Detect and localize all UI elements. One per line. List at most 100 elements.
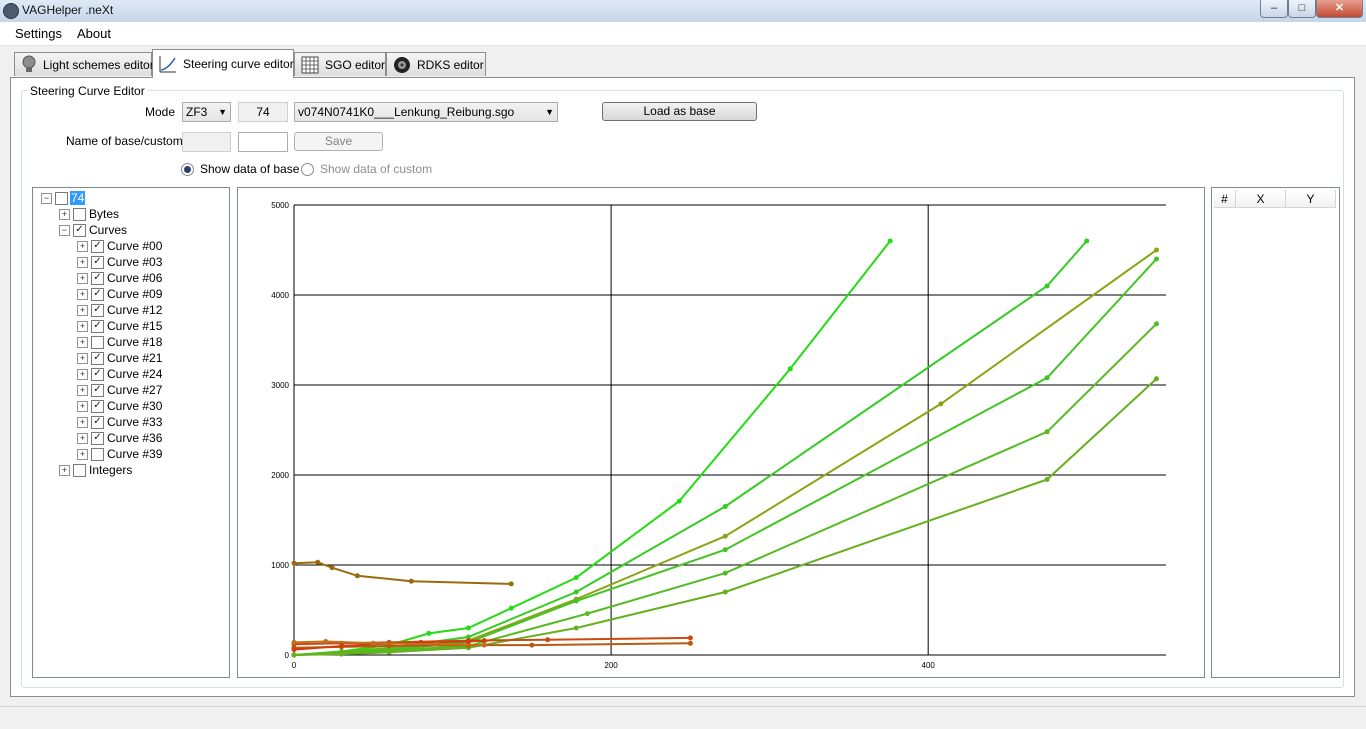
point-table[interactable]: # X Y — [1211, 187, 1340, 678]
tree-node-curve[interactable]: + ✓ Curve #36 — [77, 430, 163, 446]
checkbox[interactable]: ✓ — [91, 367, 104, 381]
tree-node-curve[interactable]: + Curve #18 — [77, 334, 163, 350]
load-as-base-button[interactable]: Load as base — [602, 102, 757, 121]
file-select[interactable]: v074N0741K0___Lenkung_Reibung.sgo ▼ — [294, 102, 558, 122]
tab-sgo-editor[interactable]: SGO editor — [294, 52, 386, 76]
tree-node-curve[interactable]: + ✓ Curve #03 — [77, 254, 163, 270]
tree-node-curve[interactable]: + ✓ Curve #21 — [77, 350, 163, 366]
curve-chart-icon — [159, 54, 177, 74]
tab-label: Light schemes editor — [43, 57, 154, 72]
checkbox[interactable] — [91, 335, 104, 349]
data-point — [722, 504, 728, 509]
tree-node-curves[interactable]: − ✓ Curves — [59, 222, 128, 238]
data-point — [315, 559, 321, 565]
tree-node-integers[interactable]: + Integers — [59, 462, 133, 478]
maximize-button[interactable]: □ — [1288, 0, 1316, 18]
tree-node-curve[interactable]: + ✓ Curve #00 — [77, 238, 163, 254]
expand-icon[interactable]: + — [77, 400, 88, 412]
checkbox[interactable]: ✓ — [91, 319, 104, 333]
data-point — [573, 598, 579, 604]
checkbox[interactable] — [55, 191, 68, 205]
groupbox-title: Steering Curve Editor — [28, 84, 147, 98]
tab-rdks-editor[interactable]: RDKS editor — [386, 52, 486, 76]
data-point — [481, 638, 487, 644]
tree-node-curve[interactable]: + ✓ Curve #33 — [77, 414, 163, 430]
data-point — [408, 578, 414, 584]
expand-icon[interactable]: + — [77, 272, 88, 284]
tree-label: 74 — [70, 191, 86, 205]
tree-node-curve[interactable]: + Curve #39 — [77, 446, 163, 462]
expand-icon[interactable]: + — [77, 256, 88, 268]
tree-label: Curve #21 — [107, 351, 163, 365]
tree-node-curve[interactable]: + ✓ Curve #15 — [77, 318, 163, 334]
checkbox[interactable] — [91, 447, 104, 461]
expand-icon[interactable]: + — [77, 416, 88, 428]
checkbox[interactable] — [73, 463, 86, 477]
expand-icon[interactable]: + — [77, 384, 88, 396]
tree-label: Bytes — [89, 207, 120, 221]
expand-icon[interactable]: + — [77, 320, 88, 332]
tree-node-curve[interactable]: + ✓ Curve #06 — [77, 270, 163, 286]
custom-name-field[interactable] — [238, 132, 288, 152]
tab-label: RDKS editor — [417, 57, 484, 72]
radio-show-custom[interactable]: Show data of custom — [301, 162, 432, 176]
collapse-icon[interactable]: − — [59, 224, 70, 236]
checkbox[interactable]: ✓ — [91, 239, 104, 253]
tab-strip: Light schemes editor Steering curve edit… — [0, 46, 1366, 78]
data-point — [722, 570, 728, 576]
checkbox[interactable]: ✓ — [91, 431, 104, 445]
data-point — [508, 581, 514, 587]
expand-icon[interactable]: + — [59, 464, 70, 476]
tab-label: Steering curve editor — [183, 57, 294, 71]
column-header-y[interactable]: Y — [1286, 190, 1336, 208]
menu-about[interactable]: About — [77, 26, 111, 41]
checkbox[interactable]: ✓ — [91, 383, 104, 397]
expand-icon[interactable]: + — [77, 448, 88, 460]
curve-chart[interactable]: 0 1000 2000 3000 4000 5000 0 200 400 — [237, 187, 1205, 678]
tab-light-schemes-editor[interactable]: Light schemes editor — [14, 52, 154, 76]
tab-steering-curve-editor[interactable]: Steering curve editor — [152, 49, 294, 78]
tree-node-curve[interactable]: + ✓ Curve #30 — [77, 398, 163, 414]
checkbox[interactable]: ✓ — [91, 415, 104, 429]
checkbox[interactable]: ✓ — [91, 351, 104, 365]
tree-node-curve[interactable]: + ✓ Curve #12 — [77, 302, 163, 318]
expand-icon[interactable]: + — [77, 240, 88, 252]
checkbox[interactable] — [73, 207, 86, 221]
minimize-button[interactable]: – — [1260, 0, 1288, 18]
tree-node-bytes[interactable]: + Bytes — [59, 206, 120, 222]
column-header-index[interactable]: # — [1214, 190, 1236, 208]
data-point — [386, 649, 392, 655]
tree-node-curve[interactable]: + ✓ Curve #27 — [77, 382, 163, 398]
close-button[interactable]: ✕ — [1316, 0, 1363, 18]
checkbox[interactable]: ✓ — [91, 255, 104, 269]
tree-label: Curve #09 — [107, 287, 163, 301]
expand-icon[interactable]: + — [77, 336, 88, 348]
checkbox[interactable]: ✓ — [73, 223, 86, 237]
tree-node-curve[interactable]: + ✓ Curve #09 — [77, 286, 163, 302]
checkbox[interactable]: ✓ — [91, 271, 104, 285]
radio-show-base[interactable]: Show data of base — [181, 162, 299, 176]
save-button[interactable]: Save — [294, 132, 383, 151]
expand-icon[interactable]: + — [77, 368, 88, 380]
expand-icon[interactable]: + — [77, 432, 88, 444]
expand-icon[interactable]: + — [59, 208, 70, 220]
tree-node-curve[interactable]: + ✓ Curve #24 — [77, 366, 163, 382]
data-tree[interactable]: − 74 + Bytes − ✓ Curves + ✓ Curve #00 + ✓ Cur… — [32, 187, 230, 678]
expand-icon[interactable]: + — [77, 304, 88, 316]
checkbox[interactable]: ✓ — [91, 399, 104, 413]
tree-root[interactable]: − 74 — [41, 190, 86, 206]
menu-settings[interactable]: Settings — [15, 26, 62, 41]
checkbox[interactable]: ✓ — [91, 287, 104, 301]
id-field[interactable]: 74 — [238, 102, 288, 122]
data-point — [1153, 247, 1159, 253]
expand-icon[interactable]: + — [77, 288, 88, 300]
column-header-x[interactable]: X — [1236, 190, 1286, 208]
data-point — [887, 238, 893, 244]
chart-svg: 0 1000 2000 3000 4000 5000 0 200 400 — [271, 201, 1166, 670]
collapse-icon[interactable]: − — [41, 192, 52, 204]
chevron-down-icon: ▼ — [545, 107, 554, 117]
checkbox[interactable]: ✓ — [91, 303, 104, 317]
expand-icon[interactable]: + — [77, 352, 88, 364]
base-name-field[interactable] — [182, 132, 231, 152]
mode-select[interactable]: ZF3 ▼ — [182, 102, 231, 122]
